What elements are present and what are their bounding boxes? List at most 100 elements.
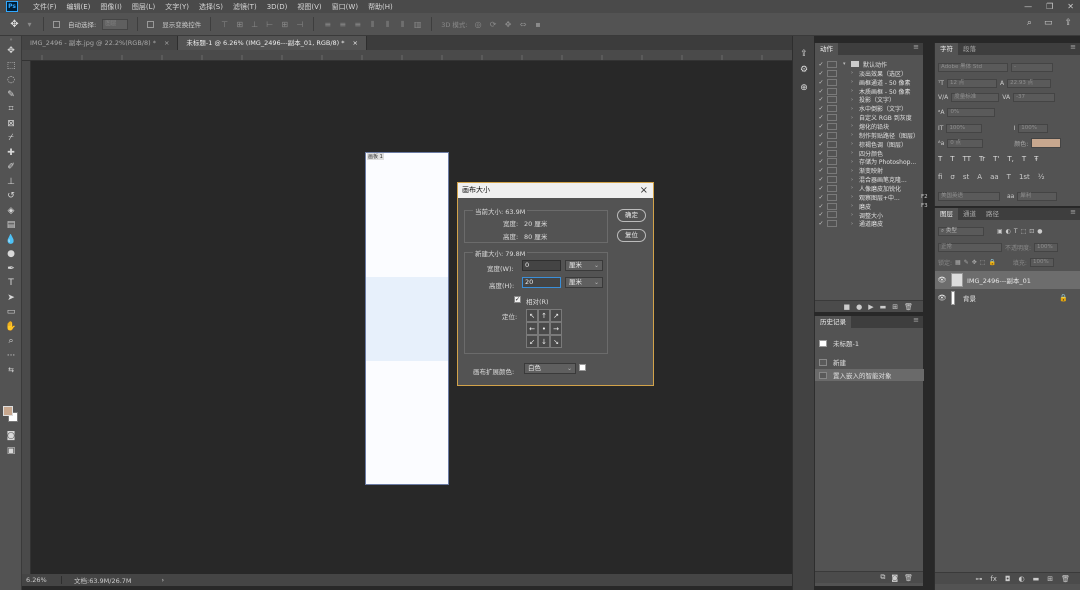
tab-paragraph[interactable]: 段落 — [958, 43, 981, 55]
contextual-alternates-button[interactable]: σ — [950, 173, 954, 181]
distribute-hcenter-icon[interactable]: ⦀ — [383, 20, 392, 29]
dialog-toggle[interactable] — [827, 69, 837, 77]
dialog-toggle[interactable] — [827, 193, 837, 201]
scale-3d-icon[interactable]: ▪ — [534, 20, 543, 29]
font-size-select[interactable]: 12 点 — [946, 79, 997, 88]
filter-adjustment-icon[interactable]: ◐ — [1006, 228, 1011, 235]
align-hcenter-icon[interactable]: ⊞ — [280, 20, 289, 29]
action-row[interactable]: ✓ › 四分颜色 — [815, 149, 935, 158]
align-bottom-icon[interactable]: ⊥ — [250, 20, 259, 29]
zoom-tool-icon[interactable]: ⌕ — [0, 334, 22, 349]
action-row[interactable]: ✓ › 磨皮 F3 — [815, 202, 935, 211]
check-icon[interactable]: ✓ — [815, 114, 827, 121]
show-transform-checkbox[interactable] — [147, 20, 156, 28]
chevron-right-icon[interactable]: › — [851, 203, 859, 209]
all-caps-button[interactable]: TT — [963, 155, 971, 163]
lock-transparent-icon[interactable]: ▦ — [955, 259, 961, 266]
tab-untitled-1[interactable]: 未标题-1 @ 6.26% (IMG_2496---副本_01, RGB/8) … — [178, 36, 367, 50]
quick-select-tool-icon[interactable]: ✎ — [0, 88, 22, 103]
status-menu-arrow-icon[interactable]: › — [162, 576, 165, 584]
action-set-row[interactable]: ✓ ▾ 默认动作 — [815, 60, 935, 69]
chevron-right-icon[interactable]: › — [851, 106, 859, 112]
play-icon[interactable]: ▶ — [868, 303, 873, 311]
chevron-right-icon[interactable]: › — [851, 150, 859, 156]
lasso-tool-icon[interactable]: ◌ — [0, 73, 22, 88]
horizontal-scale-b-input[interactable]: 100% — [1018, 124, 1049, 133]
check-icon[interactable]: ✓ — [815, 123, 827, 130]
canvas-extension-color-select[interactable]: 白色 ⌄ — [524, 363, 576, 374]
action-row[interactable]: ✓ › 木质画框 - 50 像素 — [815, 87, 935, 96]
history-item[interactable]: 置入嵌入的智能对象 — [815, 369, 924, 381]
move-tool-icon[interactable]: ✥ — [10, 19, 19, 29]
delete-icon[interactable]: 🗑 — [904, 303, 913, 311]
filter-toggle-icon[interactable]: ● — [1037, 228, 1042, 235]
adjustment-layer-icon[interactable]: ◐ — [1019, 575, 1025, 583]
action-row[interactable]: ✓ › 制作剪贴路径（图层） — [815, 131, 935, 140]
tool-preset-chevron-icon[interactable]: ▾ — [25, 20, 34, 29]
menu-file[interactable]: 文件(F) — [28, 2, 62, 12]
action-row[interactable]: ✓ › 调整大小 — [815, 211, 935, 220]
check-icon[interactable]: ✓ — [815, 150, 827, 157]
brush-settings-icon[interactable]: ⚙ — [793, 62, 815, 78]
menu-3d[interactable]: 3D(D) — [262, 3, 293, 11]
chevron-right-icon[interactable]: › — [851, 88, 859, 94]
share-icon[interactable]: ⇪ — [1064, 18, 1072, 28]
ordinals-button[interactable]: 1st — [1019, 173, 1030, 181]
new-document-from-state-icon[interactable]: ⧉ — [880, 573, 885, 582]
filter-pixel-icon[interactable]: ▣ — [997, 228, 1003, 235]
check-icon[interactable]: ✓ — [815, 176, 827, 183]
new-group-icon[interactable]: ▬ — [1033, 575, 1040, 583]
dialog-toggle[interactable] — [827, 60, 837, 68]
check-icon[interactable]: ✓ — [815, 141, 827, 148]
chevron-down-icon[interactable]: ▾ — [843, 61, 851, 67]
dialog-toggle[interactable] — [827, 140, 837, 148]
dialog-toggle[interactable] — [827, 122, 837, 130]
quick-mask-icon[interactable]: ◙ — [0, 429, 22, 444]
distribute-vcenter-icon[interactable]: ≡ — [338, 20, 347, 29]
reset-button[interactable]: 复位 — [617, 229, 646, 242]
new-layer-icon[interactable]: ⊞ — [1047, 575, 1053, 583]
height-input[interactable]: 20 — [522, 277, 561, 288]
check-icon[interactable]: ✓ — [815, 88, 827, 95]
language-select[interactable]: 美国英语 — [938, 192, 1000, 201]
eye-icon[interactable]: 👁 — [935, 294, 949, 302]
kerning-select[interactable]: -37 — [1013, 93, 1056, 102]
font-family-select[interactable]: Adobe 黑体 Std — [938, 63, 1008, 72]
menu-type[interactable]: 文字(Y) — [160, 2, 194, 12]
action-row[interactable]: ✓ › 通道磨皮 — [815, 219, 935, 228]
dialog-toggle[interactable] — [827, 202, 837, 210]
tracking-select[interactable]: 度量标准 — [951, 93, 1000, 102]
crop-tool-icon[interactable]: ⌗ — [0, 102, 22, 117]
action-row[interactable]: ✓ › 人像磨皮加锐化 — [815, 184, 935, 193]
dialog-toggle[interactable] — [827, 167, 837, 175]
dialog-toggle[interactable] — [827, 158, 837, 166]
minimize-icon[interactable]: — — [1024, 2, 1032, 11]
camera-icon[interactable]: ◙ — [891, 574, 898, 582]
move-tool-icon[interactable]: ✥ — [0, 44, 22, 59]
anchor-bottom-right[interactable]: ↘ — [550, 335, 562, 348]
dialog-toggle[interactable] — [827, 87, 837, 95]
add-mask-icon[interactable]: ◘ — [1005, 575, 1011, 583]
close-icon[interactable]: × — [640, 183, 648, 198]
dialog-toggle[interactable] — [827, 184, 837, 192]
fill-input[interactable]: 100% — [1029, 258, 1054, 267]
panel-menu-icon[interactable]: ≡ — [1070, 43, 1076, 51]
auto-select-dropdown[interactable]: 图层 — [102, 18, 129, 30]
anchor-left[interactable]: ← — [526, 322, 538, 335]
tab-layers[interactable]: 图层 — [935, 208, 958, 220]
width-unit-select[interactable]: 厘米 ⌄ — [565, 260, 603, 271]
horizontal-scale-a-input[interactable]: 100% — [946, 124, 983, 133]
check-icon[interactable]: ✓ — [815, 70, 827, 77]
history-snapshot[interactable]: 未标题-1 — [815, 337, 924, 349]
chevron-right-icon[interactable]: › — [851, 70, 859, 76]
stop-icon[interactable]: ■ — [843, 303, 850, 311]
subscript-button[interactable]: T, — [1007, 155, 1014, 163]
tab-paths[interactable]: 路径 — [981, 208, 1004, 220]
tab-character[interactable]: 字符 — [935, 43, 958, 55]
anchor-bottom-left[interactable]: ↙ — [526, 335, 538, 348]
discretionary-ligatures-button[interactable]: st — [963, 173, 969, 181]
check-icon[interactable]: ✓ — [815, 79, 827, 86]
history-item[interactable]: 新建 — [815, 356, 924, 368]
blur-tool-icon[interactable]: 💧 — [0, 233, 22, 248]
dialog-toggle[interactable] — [827, 131, 837, 139]
